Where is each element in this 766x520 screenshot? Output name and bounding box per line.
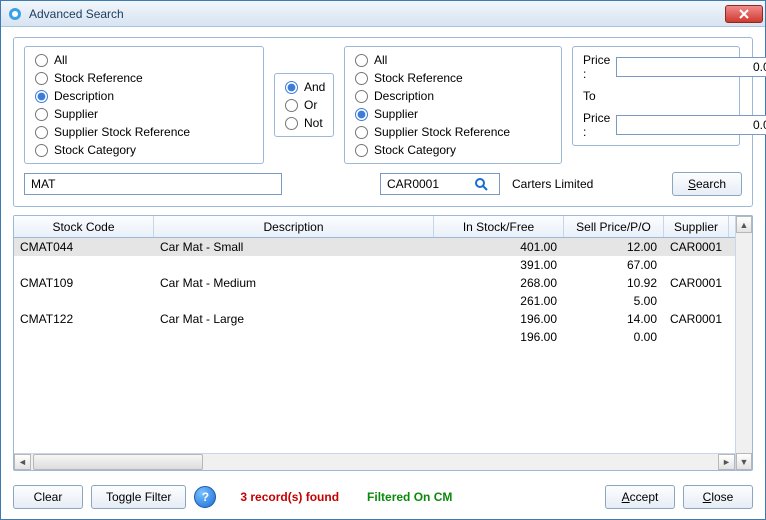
cell-description	[154, 328, 434, 346]
operator-group: And Or Not	[274, 73, 334, 137]
scroll-right-icon[interactable]: ►	[718, 454, 735, 470]
scroll-down-icon[interactable]: ▼	[736, 453, 752, 470]
filter2-stock-category[interactable]: Stock Category	[355, 143, 551, 157]
price-group: Price : To Price :	[572, 46, 740, 146]
price-to-input[interactable]	[616, 115, 766, 135]
cell-supplier: CAR0001	[664, 310, 729, 328]
window-close-button[interactable]	[725, 5, 763, 23]
price-to2-label: Price :	[583, 111, 610, 139]
cell-stock-code	[14, 256, 154, 274]
filter1-supplier-stock-reference[interactable]: Supplier Stock Reference	[35, 125, 253, 139]
filter2-stock-reference[interactable]: Stock Reference	[355, 71, 551, 85]
close-button[interactable]: Close	[683, 485, 753, 509]
cell-in-stock: 401.00	[434, 238, 564, 256]
cell-in-stock: 268.00	[434, 274, 564, 292]
operator-or[interactable]: Or	[285, 98, 323, 112]
price-to-label: To	[583, 89, 625, 103]
search-button[interactable]: Search	[672, 172, 742, 196]
cell-supplier	[664, 256, 729, 274]
cell-description	[154, 292, 434, 310]
grid-header: Stock Code Description In Stock/Free Sel…	[14, 216, 735, 238]
cell-sell-price: 12.00	[564, 238, 664, 256]
cell-supplier	[664, 328, 729, 346]
col-stock-code[interactable]: Stock Code	[14, 216, 154, 237]
search-term2-input[interactable]	[381, 174, 471, 194]
vertical-scrollbar[interactable]: ▲ ▼	[735, 216, 752, 470]
filter1-stock-category[interactable]: Stock Category	[35, 143, 253, 157]
toggle-filter-button[interactable]: Toggle Filter	[91, 485, 186, 509]
cell-supplier: CAR0001	[664, 238, 729, 256]
filter1-supplier[interactable]: Supplier	[35, 107, 253, 121]
cell-sell-price: 5.00	[564, 292, 664, 310]
app-icon	[7, 6, 23, 22]
filter1-description[interactable]: Description	[35, 89, 253, 103]
criteria-panel: All Stock Reference Description Supplier…	[13, 37, 753, 207]
cell-description: Car Mat - Medium	[154, 274, 434, 292]
price-from-input[interactable]	[616, 57, 766, 77]
cell-supplier	[664, 292, 729, 310]
cell-stock-code	[14, 292, 154, 310]
supplier-lookup	[380, 173, 500, 195]
cell-sell-price: 0.00	[564, 328, 664, 346]
filtered-on-label: Filtered On CM	[367, 490, 452, 504]
cell-sell-price: 67.00	[564, 256, 664, 274]
table-row[interactable]: 261.005.00	[14, 292, 735, 310]
results-grid: Stock Code Description In Stock/Free Sel…	[13, 215, 753, 471]
cell-description	[154, 256, 434, 274]
table-row[interactable]: CMAT044Car Mat - Small401.0012.00CAR0001	[14, 238, 735, 256]
filter2-supplier-stock-reference[interactable]: Supplier Stock Reference	[355, 125, 551, 139]
help-icon[interactable]: ?	[194, 486, 216, 508]
cell-in-stock: 391.00	[434, 256, 564, 274]
price-from-label: Price :	[583, 53, 610, 81]
table-row[interactable]: CMAT109Car Mat - Medium268.0010.92CAR000…	[14, 274, 735, 292]
search-term1-input[interactable]	[24, 173, 282, 195]
cell-stock-code: CMAT109	[14, 274, 154, 292]
window: Advanced Search All Stock Reference Desc…	[0, 0, 766, 520]
table-row[interactable]: CMAT122Car Mat - Large196.0014.00CAR0001	[14, 310, 735, 328]
titlebar: Advanced Search	[1, 1, 765, 27]
operator-not[interactable]: Not	[285, 116, 323, 130]
col-sell-price[interactable]: Sell Price/P/O	[564, 216, 664, 237]
col-description[interactable]: Description	[154, 216, 434, 237]
cell-in-stock: 196.00	[434, 328, 564, 346]
scroll-up-icon[interactable]: ▲	[736, 216, 752, 233]
filter2-group: All Stock Reference Description Supplier…	[344, 46, 562, 164]
supplier-name-label: Carters Limited	[512, 177, 593, 191]
cell-in-stock: 196.00	[434, 310, 564, 328]
content-area: All Stock Reference Description Supplier…	[1, 27, 765, 481]
clear-button[interactable]: Clear	[13, 485, 83, 509]
filter1-all[interactable]: All	[35, 53, 253, 67]
window-title: Advanced Search	[29, 7, 725, 21]
filter2-all[interactable]: All	[355, 53, 551, 67]
cell-sell-price: 10.92	[564, 274, 664, 292]
cell-in-stock: 261.00	[434, 292, 564, 310]
cell-description: Car Mat - Large	[154, 310, 434, 328]
accept-button[interactable]: Accept	[605, 485, 675, 509]
horizontal-scrollbar[interactable]: ◄ ►	[14, 453, 735, 470]
table-row[interactable]: 196.000.00	[14, 328, 735, 346]
cell-stock-code	[14, 328, 154, 346]
operator-and[interactable]: And	[285, 80, 323, 94]
scroll-thumb[interactable]	[33, 454, 203, 470]
cell-stock-code: CMAT122	[14, 310, 154, 328]
cell-stock-code: CMAT044	[14, 238, 154, 256]
grid-body[interactable]: CMAT044Car Mat - Small401.0012.00CAR0001…	[14, 238, 735, 453]
filter1-group: All Stock Reference Description Supplier…	[24, 46, 264, 164]
supplier-lookup-icon[interactable]	[471, 174, 491, 194]
cell-description: Car Mat - Small	[154, 238, 434, 256]
scroll-left-icon[interactable]: ◄	[14, 454, 31, 470]
filter2-description[interactable]: Description	[355, 89, 551, 103]
col-supplier[interactable]: Supplier	[664, 216, 729, 237]
filter2-supplier[interactable]: Supplier	[355, 107, 551, 121]
footer: Clear Toggle Filter ? 3 record(s) found …	[1, 481, 765, 519]
table-row[interactable]: 391.0067.00	[14, 256, 735, 274]
cell-supplier: CAR0001	[664, 274, 729, 292]
filter1-stock-reference[interactable]: Stock Reference	[35, 71, 253, 85]
cell-sell-price: 14.00	[564, 310, 664, 328]
records-found-label: 3 record(s) found	[240, 490, 339, 504]
col-in-stock[interactable]: In Stock/Free	[434, 216, 564, 237]
